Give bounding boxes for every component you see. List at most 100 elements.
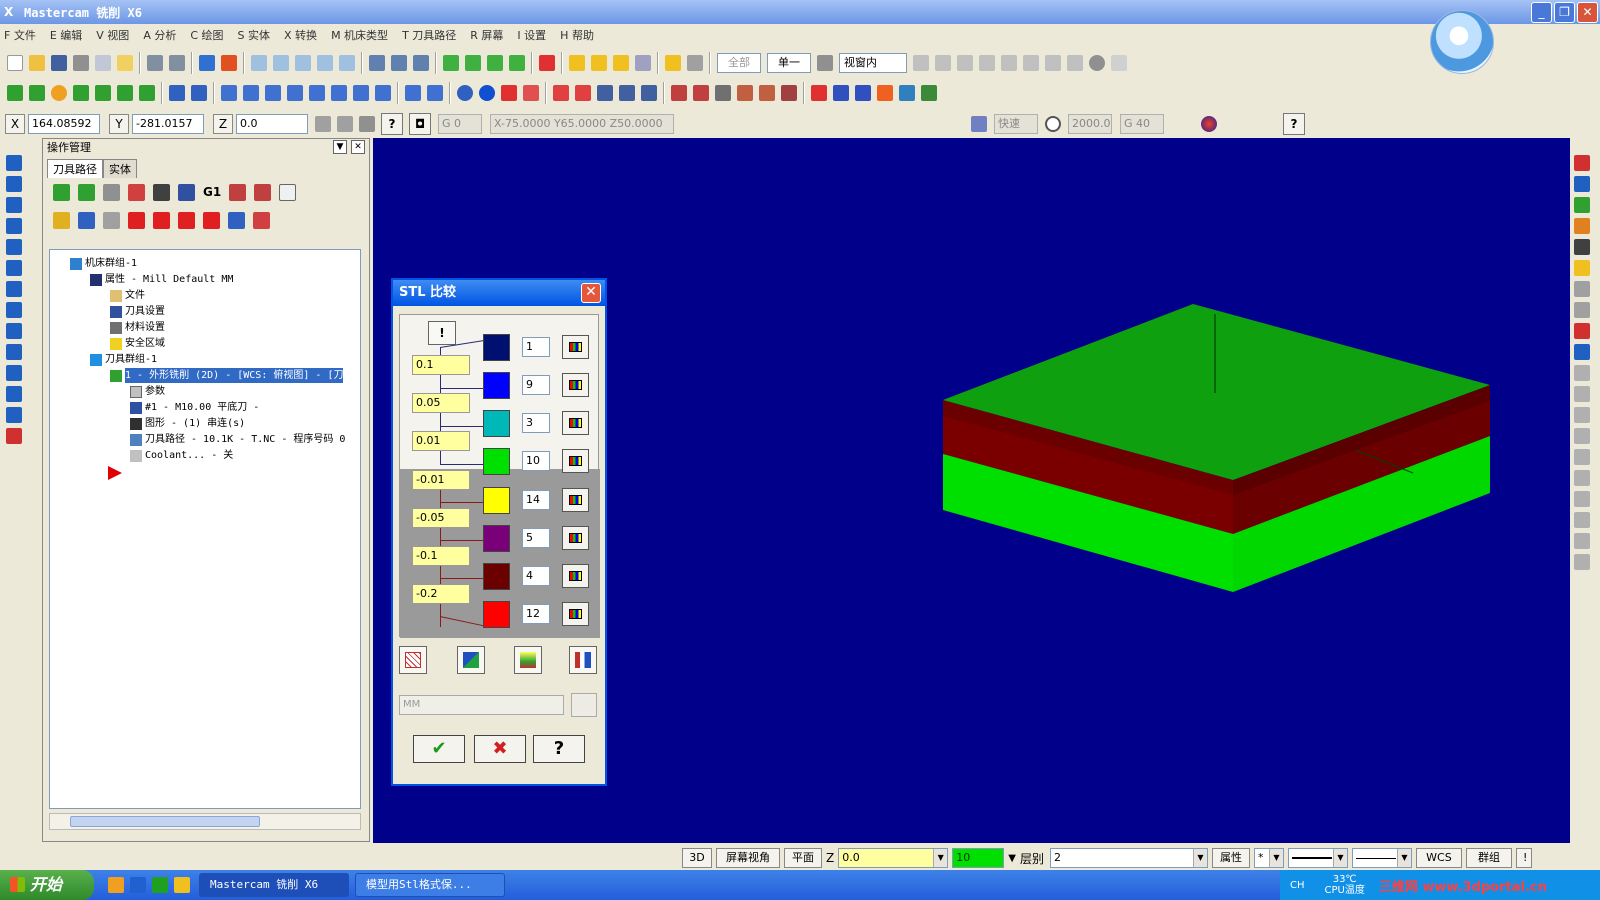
no-entry-icon[interactable] bbox=[1067, 55, 1083, 71]
plane-button[interactable]: 平面 bbox=[784, 848, 822, 868]
toolbar-v11-icon[interactable] bbox=[6, 365, 22, 381]
toolbar-v8-icon[interactable] bbox=[6, 302, 22, 318]
cube-top-icon[interactable] bbox=[465, 55, 481, 71]
zoom-in-icon[interactable] bbox=[339, 55, 355, 71]
display-selected-icon[interactable] bbox=[253, 211, 270, 229]
right-tool-6-icon[interactable] bbox=[1574, 260, 1590, 276]
right-tool-8-icon[interactable] bbox=[1574, 302, 1590, 318]
regen-dirty-icon[interactable] bbox=[128, 183, 145, 201]
exclamation-icon[interactable] bbox=[337, 116, 353, 132]
tab-toolpaths[interactable]: 刀具路径 bbox=[47, 159, 103, 178]
palette-button-4[interactable] bbox=[562, 449, 589, 473]
simulate-icon[interactable] bbox=[877, 85, 893, 101]
right-tool-2-icon[interactable] bbox=[1574, 176, 1590, 192]
tree-node-tool[interactable]: #1 - M10.00 平底刀 - bbox=[130, 400, 259, 415]
lock-icon[interactable] bbox=[53, 211, 70, 229]
chamfer-icon[interactable] bbox=[117, 85, 133, 101]
verify-icon[interactable] bbox=[811, 85, 827, 101]
color-number-4[interactable]: 10 bbox=[522, 451, 550, 471]
toolbar-v1-icon[interactable] bbox=[6, 155, 22, 171]
table-icon[interactable] bbox=[553, 85, 569, 101]
tree-node-machine-group[interactable]: 机床群组-1 bbox=[70, 256, 137, 271]
extrude-icon[interactable] bbox=[139, 85, 155, 101]
right-tool-15-icon[interactable] bbox=[1574, 449, 1590, 465]
palette-button-7[interactable] bbox=[562, 564, 589, 588]
open-file-icon[interactable] bbox=[29, 55, 45, 71]
toolpath-surface-icon[interactable] bbox=[737, 85, 753, 101]
chevron-down-icon[interactable]: ▼ bbox=[1332, 849, 1347, 867]
tree-node-operation[interactable]: 1 - 外形铣削 (2D) - [WCS: 俯视图] - [刀 bbox=[110, 368, 344, 383]
select-face-icon[interactable] bbox=[979, 55, 995, 71]
quicklaunch-3-icon[interactable] bbox=[152, 877, 168, 893]
right-tool-14-icon[interactable] bbox=[1574, 428, 1590, 444]
level-select[interactable]: 2 ▼ bbox=[1049, 848, 1208, 868]
task-mastercam[interactable]: Mastercam 铣削 X6 bbox=[199, 873, 349, 897]
color-swatch-5[interactable] bbox=[483, 487, 510, 514]
quicklaunch-1-icon[interactable] bbox=[108, 877, 124, 893]
hatch-option-button[interactable] bbox=[399, 646, 427, 674]
menu-file[interactable]: F 文件 bbox=[4, 27, 36, 43]
line-style-select[interactable]: ▼ bbox=[1287, 848, 1348, 868]
compare-option-button[interactable] bbox=[569, 646, 597, 674]
groups-button[interactable]: 群组 bbox=[1465, 848, 1512, 868]
y-coordinate-input[interactable]: -281.0157 bbox=[132, 114, 204, 134]
color-number-2[interactable]: 9 bbox=[522, 375, 550, 395]
light-icon[interactable] bbox=[665, 55, 681, 71]
select-vertex-icon[interactable] bbox=[1045, 55, 1061, 71]
right-tool-11-icon[interactable] bbox=[1574, 365, 1590, 381]
menu-edit[interactable]: E 编辑 bbox=[50, 27, 82, 43]
shading-cube-icon[interactable] bbox=[539, 55, 555, 71]
color-swatch-2[interactable] bbox=[483, 372, 510, 399]
sphere-icon[interactable] bbox=[1089, 55, 1105, 71]
select-arrow-icon[interactable] bbox=[913, 55, 929, 71]
toolpath-contour-icon[interactable] bbox=[671, 85, 687, 101]
toggle-post-icon[interactable] bbox=[103, 211, 120, 229]
menu-xform[interactable]: X 转换 bbox=[284, 27, 317, 43]
line-width-select[interactable]: ▼ bbox=[1351, 848, 1412, 868]
z-depth-input[interactable]: 0.0 ▼ bbox=[838, 848, 949, 868]
menu-help[interactable]: H 帮助 bbox=[560, 27, 594, 43]
start-button[interactable]: 开始 bbox=[0, 870, 94, 900]
toolbar-v13-icon[interactable] bbox=[6, 407, 22, 423]
menu-screen[interactable]: R 屏幕 bbox=[470, 27, 503, 43]
zoom-out-icon[interactable] bbox=[317, 55, 333, 71]
g1-icon[interactable]: G1 bbox=[203, 185, 221, 199]
post-icon[interactable] bbox=[855, 85, 871, 101]
menu-create[interactable]: C 绘图 bbox=[190, 27, 223, 43]
close-window-button[interactable]: ✕ bbox=[1577, 2, 1598, 23]
red-cube-icon[interactable] bbox=[501, 85, 517, 101]
post-ops-icon[interactable] bbox=[229, 183, 247, 201]
ball-icon[interactable] bbox=[479, 85, 495, 101]
roll-icon[interactable] bbox=[375, 85, 391, 101]
cancel-button[interactable]: ✖ bbox=[474, 735, 526, 763]
help-icon[interactable]: ? bbox=[381, 113, 403, 135]
hint-icon[interactable] bbox=[117, 55, 133, 71]
right-tool-12-icon[interactable] bbox=[1574, 386, 1590, 402]
verify-ops-icon[interactable] bbox=[178, 183, 195, 201]
redo-icon[interactable] bbox=[169, 55, 185, 71]
coord-help-icon[interactable]: ? bbox=[1283, 113, 1305, 135]
refresh-icon[interactable] bbox=[1045, 116, 1061, 132]
zoom-target-icon[interactable] bbox=[295, 55, 311, 71]
insert-arrow-marker[interactable] bbox=[108, 466, 122, 480]
tolerance-input-2[interactable]: 0.05 bbox=[412, 393, 470, 413]
menu-machine-type[interactable]: M 机床类型 bbox=[331, 27, 388, 43]
scroll-to-insert-icon[interactable] bbox=[203, 211, 220, 229]
feed-icon[interactable] bbox=[971, 116, 987, 132]
help-question-icon[interactable] bbox=[1111, 55, 1127, 71]
tolerance-input-6[interactable]: -0.1 bbox=[412, 546, 470, 566]
layout-icon[interactable] bbox=[427, 85, 443, 101]
right-tool-3-icon[interactable] bbox=[1574, 197, 1590, 213]
palette-button-8[interactable] bbox=[562, 602, 589, 626]
fillet-icon[interactable] bbox=[95, 85, 111, 101]
view-front-icon[interactable] bbox=[391, 55, 407, 71]
right-tool-9-icon[interactable] bbox=[1574, 323, 1590, 339]
select-dirty-ops-icon[interactable] bbox=[78, 183, 95, 201]
color-swatch-6[interactable] bbox=[483, 525, 510, 552]
chevron-down-icon[interactable]: ▼ bbox=[1268, 849, 1283, 867]
transform-icon[interactable] bbox=[635, 55, 651, 71]
color-number-1[interactable]: 1 bbox=[522, 337, 550, 357]
wcs-button[interactable]: WCS bbox=[1415, 848, 1462, 868]
menu-analyze[interactable]: A 分析 bbox=[143, 27, 176, 43]
toolbar-v10-icon[interactable] bbox=[6, 344, 22, 360]
